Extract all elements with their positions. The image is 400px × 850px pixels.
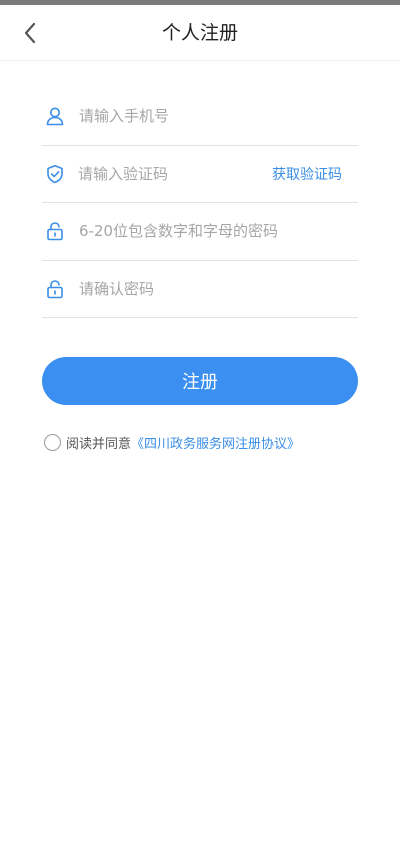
confirm-password-row: [42, 261, 358, 318]
lock-icon: [44, 220, 66, 242]
agreement-link[interactable]: 《四川政务服务网注册协议》: [131, 433, 300, 452]
page-title: 个人注册: [161, 22, 238, 44]
lock-icon: [44, 278, 66, 300]
phone-input[interactable]: [79, 101, 358, 132]
verification-code-input[interactable]: [78, 158, 272, 189]
confirm-password-input[interactable]: [79, 273, 358, 304]
agreement-row: 阅读并同意 《四川政务服务网注册协议》: [44, 433, 300, 452]
password-row: [42, 203, 358, 261]
shield-check-icon: [44, 163, 65, 185]
code-row: 获取验证码: [42, 146, 358, 203]
user-icon: [44, 105, 66, 127]
register-form: 获取验证码: [42, 88, 358, 318]
header: 个人注册: [0, 5, 400, 61]
register-button[interactable]: 注册: [42, 357, 358, 405]
password-input[interactable]: [79, 216, 358, 247]
get-code-button[interactable]: 获取验证码: [272, 164, 342, 184]
agreement-checkbox[interactable]: [44, 434, 61, 451]
phone-row: [42, 88, 358, 146]
agreement-prefix: 阅读并同意: [66, 437, 132, 452]
